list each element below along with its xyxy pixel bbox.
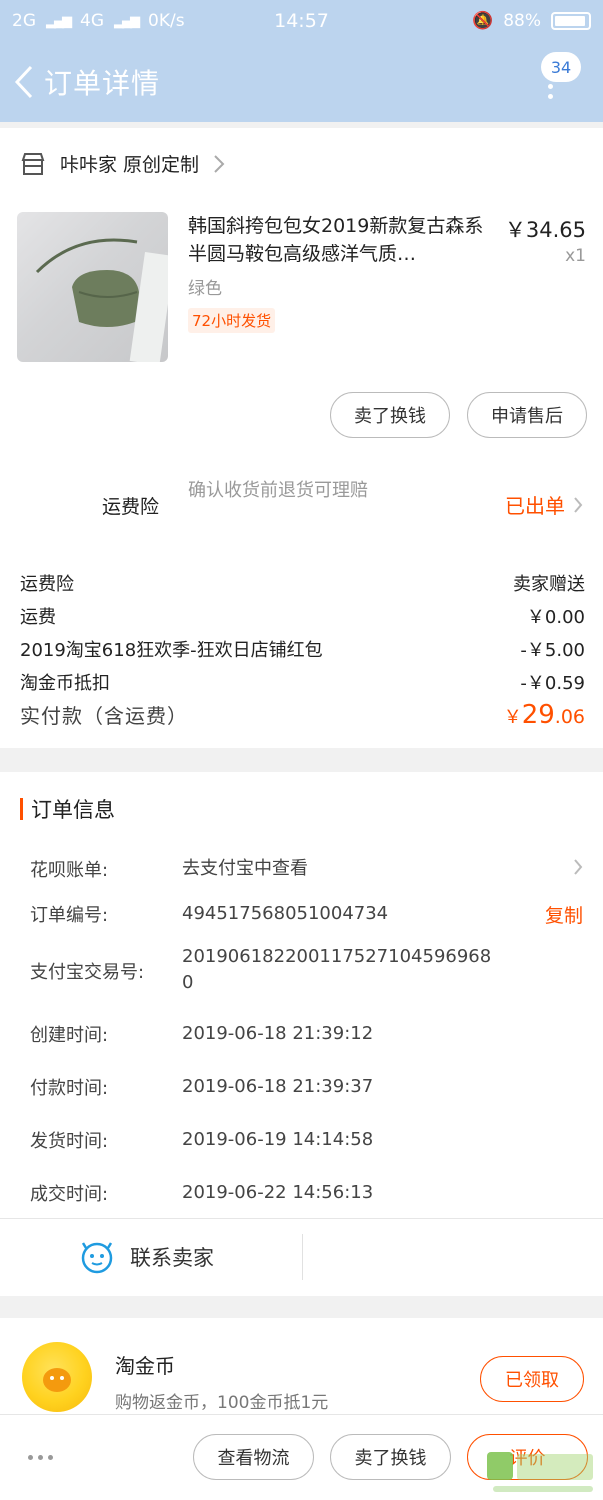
info-key: 发货时间: xyxy=(30,1131,109,1152)
info-value: 2019-06-22 14:56:13 xyxy=(182,1182,374,1203)
back-button[interactable] xyxy=(4,42,44,122)
coin-title: 淘金币 xyxy=(115,1354,175,1378)
more-button[interactable]: 34 xyxy=(541,48,587,108)
alipay-number: 2019061822001175271045969680 xyxy=(182,946,492,993)
contact-seller-label: 联系卖家 xyxy=(130,1246,214,1270)
watermark-graphic xyxy=(487,1452,593,1492)
info-value: 2019-06-19 14:14:58 xyxy=(182,1129,374,1150)
order-info-title: 订单信息 xyxy=(20,794,115,824)
fee-row: 2019淘宝618狂欢季-狂欢日店铺红包 -￥5.00 xyxy=(20,636,585,662)
product-sku: 绿色 xyxy=(188,279,222,299)
after-sale-button[interactable]: 申请售后 xyxy=(467,392,587,438)
product-image[interactable] xyxy=(17,212,168,362)
chevron-right-icon xyxy=(574,496,583,513)
info-key: 创建时间: xyxy=(30,1025,109,1046)
chevron-right-icon xyxy=(574,859,583,875)
fee-row: 运费 ￥0.00 xyxy=(20,603,585,629)
info-value: 去支付宝中查看 xyxy=(182,858,308,879)
chat-face-icon xyxy=(81,1242,113,1274)
chevron-right-icon xyxy=(214,154,225,173)
paid-decimal: .06 xyxy=(554,706,585,728)
coin-icon xyxy=(22,1342,92,1412)
product-title[interactable]: 韩国斜挎包包女2019新款复古森系半圆马鞍包高级感洋气质… xyxy=(188,212,498,268)
watermark-logo xyxy=(485,1446,597,1496)
paid-label: 实付款（含运费） xyxy=(20,704,188,728)
insurance-label: 运费险 xyxy=(102,496,160,518)
fee-row: 淘金币抵扣 -￥0.59 xyxy=(20,669,585,695)
fee-value: 卖家赠送 xyxy=(513,574,585,595)
status-bar: 2G ▂▄▆ 4G ▂▄▆ 0K/s 14:57 🔕 88% xyxy=(0,0,603,42)
section-title-text: 订单信息 xyxy=(31,798,115,822)
shop-name: 咔咔家 原创定制 xyxy=(60,154,200,176)
paid-amount: ￥29.06 xyxy=(504,700,585,730)
copy-button[interactable]: 复制 xyxy=(545,901,583,928)
shop-link[interactable]: 咔咔家 原创定制 xyxy=(20,150,225,177)
product-price: ￥34.65 xyxy=(504,218,586,242)
insurance-status-link[interactable]: 已出单 xyxy=(505,490,583,519)
order-number: 494517568051004734 xyxy=(182,903,389,924)
fee-label: 2019淘宝618狂欢季-狂欢日店铺红包 xyxy=(20,640,323,661)
info-value: 2019-06-18 21:39:12 xyxy=(182,1023,374,1044)
info-key: 成交时间: xyxy=(30,1184,109,1205)
product-quantity: x1 xyxy=(565,246,586,266)
sell-item-button[interactable]: 卖了换钱 xyxy=(330,392,450,438)
fee-value: ￥0.00 xyxy=(526,607,585,628)
info-key: 花呗账单: xyxy=(30,860,109,881)
coin-face-icon xyxy=(43,1368,71,1392)
message-badge: 34 xyxy=(541,52,581,82)
view-logistics-button[interactable]: 查看物流 xyxy=(193,1434,314,1480)
accent-bar xyxy=(20,798,23,820)
clock: 14:57 xyxy=(274,10,329,32)
coin-description: 购物返金币，100金币抵1元 xyxy=(115,1393,329,1413)
paid-integer: 29 xyxy=(521,700,555,730)
divider xyxy=(302,1234,303,1280)
fee-label: 运费 xyxy=(20,607,56,628)
info-key: 付款时间: xyxy=(30,1078,109,1099)
shipping-tag: 72小时发货 xyxy=(188,308,276,333)
more-icon xyxy=(548,84,553,99)
fee-value: -￥0.59 xyxy=(520,673,585,694)
sell-button[interactable]: 卖了换钱 xyxy=(330,1434,451,1480)
coin-claim-button[interactable]: 已领取 xyxy=(480,1356,584,1402)
fee-value: -￥5.00 xyxy=(520,640,585,661)
insurance-status: 已出单 xyxy=(505,494,565,518)
info-key: 订单编号: xyxy=(30,905,109,926)
fee-label: 淘金币抵扣 xyxy=(20,673,110,694)
info-key: 支付宝交易号: xyxy=(30,962,145,983)
chevron-left-icon xyxy=(14,65,33,99)
fee-label: 运费险 xyxy=(20,574,74,595)
more-actions-icon[interactable] xyxy=(28,1455,53,1460)
paid-currency: ￥ xyxy=(503,707,522,728)
bag-photo xyxy=(35,238,168,362)
nav-bar: 订单详情 34 xyxy=(0,42,603,122)
fee-row: 运费险 卖家赠送 xyxy=(20,570,585,596)
store-icon xyxy=(21,152,45,175)
contact-seller-button[interactable]: 联系卖家 xyxy=(80,1240,214,1274)
paid-total-row: 实付款（含运费） ￥29.06 xyxy=(20,700,585,730)
insurance-description: 确认收货前退货可理赔 xyxy=(188,480,368,501)
page-title: 订单详情 xyxy=(44,67,161,100)
battery-icon xyxy=(551,12,591,30)
info-value: 2019-06-18 21:39:37 xyxy=(182,1076,374,1097)
